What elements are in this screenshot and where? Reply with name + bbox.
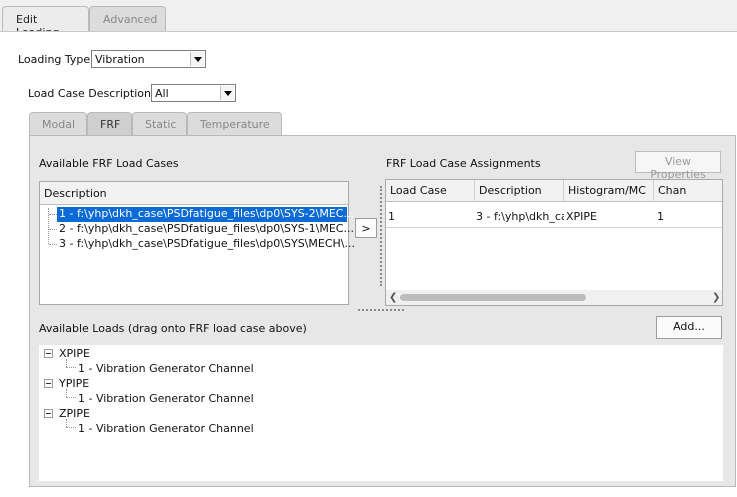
tab-temperature-label: Temperature [200, 118, 270, 131]
table-cell-description: 3 - f:\yhp\dkh_ca [476, 210, 564, 223]
load-group-ypipe[interactable]: YPIPE [59, 377, 89, 392]
collapse-icon[interactable] [44, 379, 53, 388]
load-channel-zpipe-1[interactable]: 1 - Vibration Generator Channel [78, 422, 254, 437]
available-frf-list[interactable]: Description 1 - f:\yhp\dkh_case\PSDfatig… [39, 181, 355, 305]
vertical-splitter[interactable] [380, 186, 382, 286]
column-header-load-case-label: Load Case [390, 184, 447, 197]
load-channel-ypipe-1[interactable]: 1 - Vibration Generator Channel [78, 392, 254, 407]
load-case-descriptions-label: Load Case Descriptions: [28, 87, 161, 100]
frf-assignments-table[interactable]: Load Case Description Histogram/MC Chan … [385, 179, 723, 306]
frf-load-case-item-1[interactable]: 1 - f:\yhp\dkh_case\PSDfatigue_files\dp0… [57, 207, 354, 222]
scroll-left-icon[interactable]: ❮ [389, 292, 397, 303]
load-channel-ypipe-1-label: 1 - Vibration Generator Channel [78, 392, 254, 405]
tree-connector [49, 229, 57, 230]
tab-static[interactable]: Static [132, 112, 187, 136]
tree-connector [66, 389, 67, 397]
tree-connector [49, 214, 57, 215]
column-header-description-label: Description [479, 184, 542, 197]
loading-type-label: Loading Type: [18, 53, 94, 66]
tab-edit-loading[interactable]: Edit Loading [2, 6, 89, 39]
load-group-zpipe[interactable]: ZPIPE [59, 407, 90, 422]
scrollbar-thumb[interactable] [400, 294, 586, 301]
column-header-chan-label: Chan [658, 184, 687, 197]
collapse-icon[interactable] [44, 409, 53, 418]
chevron-down-icon [190, 52, 204, 66]
collapse-icon[interactable] [44, 349, 53, 358]
column-header-load-case[interactable]: Load Case [386, 180, 475, 202]
load-channel-xpipe-1-label: 1 - Vibration Generator Channel [78, 362, 254, 375]
horizontal-scrollbar[interactable]: ❮ ❯ [386, 290, 722, 305]
loading-type-value: Vibration [95, 53, 145, 66]
chevron-down-icon [220, 86, 234, 100]
horizontal-splitter[interactable] [358, 309, 404, 311]
tab-frf[interactable]: FRF [87, 112, 132, 136]
tab-modal-label: Modal [42, 118, 75, 131]
tree-connector [66, 367, 76, 368]
add-load-button[interactable]: Add... [656, 316, 722, 339]
tab-advanced-label: Advanced [103, 13, 158, 26]
tab-static-label: Static [145, 118, 177, 131]
table-cell-histogram: XPIPE [566, 210, 597, 223]
frf-load-case-item-2-label: 2 - f:\yhp\dkh_case\PSDfatigue_files\dp0… [59, 222, 354, 235]
load-channel-zpipe-1-label: 1 - Vibration Generator Channel [78, 422, 254, 435]
frf-load-case-item-1-label: 1 - f:\yhp\dkh_case\PSDfatigue_files\dp0… [59, 207, 354, 220]
column-header-description[interactable]: Description [475, 180, 564, 202]
view-properties-button-label: View Properties [650, 155, 706, 181]
tab-frf-label: FRF [100, 118, 121, 131]
available-loads-tree[interactable]: XPIPE 1 - Vibration Generator Channel YP… [39, 345, 723, 481]
assign-load-case-button[interactable]: > [355, 218, 377, 238]
tree-connector [66, 427, 76, 428]
view-properties-button[interactable]: View Properties [635, 151, 721, 181]
tab-modal[interactable]: Modal [29, 112, 87, 136]
load-group-xpipe-label: XPIPE [59, 347, 90, 360]
frf-load-case-item-3[interactable]: 3 - f:\yhp\dkh_case\PSDfatigue_files\dp0… [57, 237, 355, 252]
load-group-ypipe-label: YPIPE [59, 377, 90, 390]
load-channel-xpipe-1[interactable]: 1 - Vibration Generator Channel [78, 362, 254, 377]
load-case-descriptions-value: All [155, 87, 169, 100]
load-group-zpipe-label: ZPIPE [59, 407, 90, 420]
assign-load-case-button-label: > [361, 222, 371, 235]
table-cell-load-case: 1 [388, 210, 395, 223]
load-group-xpipe[interactable]: XPIPE [59, 347, 90, 362]
table-cell-chan: 1 [657, 210, 664, 223]
tree-connector [66, 359, 67, 367]
tab-advanced[interactable]: Advanced [89, 6, 166, 31]
available-frf-column-header-label: Description [44, 187, 107, 200]
add-load-button-label: Add... [673, 320, 705, 333]
available-frf-title: Available FRF Load Cases [39, 157, 179, 170]
column-header-histogram[interactable]: Histogram/MC [564, 180, 654, 202]
available-frf-column-header[interactable]: Description [40, 182, 348, 205]
load-case-descriptions-select[interactable]: All [151, 84, 236, 102]
available-loads-title: Available Loads (drag onto FRF load case… [39, 322, 307, 335]
frf-load-case-item-2[interactable]: 2 - f:\yhp\dkh_case\PSDfatigue_files\dp0… [57, 222, 354, 237]
tree-connector [49, 244, 57, 245]
column-header-chan[interactable]: Chan [654, 180, 722, 202]
tree-connector [66, 397, 76, 398]
tab-temperature[interactable]: Temperature [187, 112, 282, 136]
column-header-histogram-label: Histogram/MC [568, 184, 646, 197]
frf-assignments-title: FRF Load Case Assignments [386, 157, 541, 170]
tree-connector [66, 419, 67, 427]
frf-load-case-item-3-label: 3 - f:\yhp\dkh_case\PSDfatigue_files\dp0… [59, 237, 355, 250]
scroll-right-icon[interactable]: ❯ [712, 292, 720, 303]
loading-type-select[interactable]: Vibration [91, 50, 206, 68]
